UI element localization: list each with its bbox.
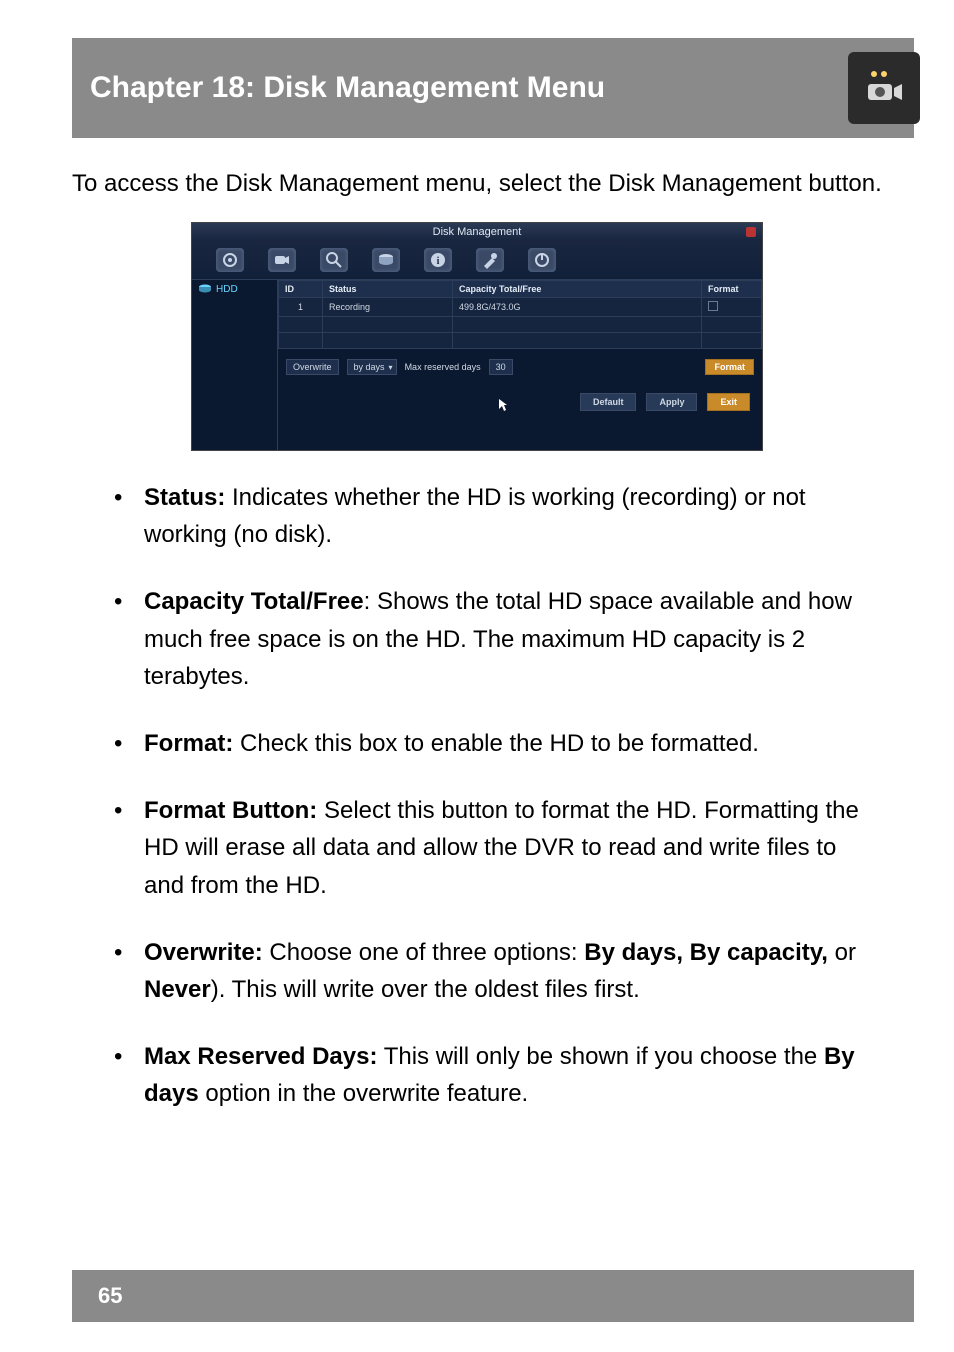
bullet-overwrite: Overwrite: Choose one of three options: … bbox=[114, 934, 866, 1008]
cell-id: 1 bbox=[279, 298, 323, 317]
bullet-format-button: Format Button: Select this button to for… bbox=[114, 792, 866, 904]
bullet-bold: Format Button: bbox=[144, 797, 317, 824]
magnifier-icon[interactable] bbox=[320, 248, 348, 272]
overwrite-label: Overwrite bbox=[286, 359, 339, 375]
exit-button[interactable]: Exit bbox=[707, 393, 750, 411]
settings-general-icon[interactable] bbox=[216, 248, 244, 272]
bullet-bold: Status: bbox=[144, 484, 225, 511]
bullet-text: or bbox=[828, 939, 856, 966]
header-icon-box bbox=[848, 52, 920, 124]
camera-icon[interactable] bbox=[268, 248, 296, 272]
format-button[interactable]: Format bbox=[705, 359, 754, 375]
sidebar: HDD bbox=[192, 280, 278, 450]
apply-button[interactable]: Apply bbox=[646, 393, 697, 411]
figure-body: HDD ID Status Capacity Total/Free Format… bbox=[192, 280, 762, 450]
svg-text:i: i bbox=[437, 256, 440, 267]
chapter-title: Chapter 18: Disk Management Menu bbox=[90, 71, 605, 105]
bullet-bold: Capacity Total/Free bbox=[144, 588, 364, 615]
window-title: Disk Management bbox=[433, 226, 522, 238]
power-icon[interactable] bbox=[528, 248, 556, 272]
body-area: To access the Disk Management menu, sele… bbox=[72, 160, 882, 1142]
chapter-header: Chapter 18: Disk Management Menu bbox=[72, 38, 914, 138]
table-row: 1 Recording 499.8G/473.0G bbox=[279, 298, 762, 317]
bullet-text: option in the overwrite feature. bbox=[199, 1080, 529, 1107]
hdd-icon[interactable] bbox=[372, 248, 400, 272]
bullet-text: Check this box to enable the HD to be fo… bbox=[233, 730, 759, 757]
bullet-bold: Overwrite: bbox=[144, 939, 263, 966]
overwrite-mode-value: by days bbox=[354, 362, 385, 372]
disk-management-screenshot: Disk Management i HDD bbox=[191, 222, 763, 451]
page-footer: 65 bbox=[72, 1270, 914, 1322]
bullet-text: ). This will write over the oldest files… bbox=[211, 976, 640, 1003]
bullet-status: Status: Indicates whether the HD is work… bbox=[114, 479, 866, 553]
close-icon[interactable] bbox=[746, 227, 756, 237]
sidebar-label: HDD bbox=[216, 284, 238, 295]
intro-paragraph: To access the Disk Management menu, sele… bbox=[72, 160, 882, 208]
bullet-max-reserved: Max Reserved Days: This will only be sho… bbox=[114, 1038, 866, 1112]
document-page: Chapter 18: Disk Management Menu To acce… bbox=[0, 0, 954, 1352]
bullet-bold3: Never bbox=[144, 976, 211, 1003]
overwrite-mode-select[interactable]: by days bbox=[347, 359, 397, 375]
bullet-text: Indicates whether the HD is working (rec… bbox=[144, 484, 806, 548]
cell-status: Recording bbox=[323, 298, 453, 317]
col-capacity: Capacity Total/Free bbox=[453, 281, 702, 298]
cell-format bbox=[702, 298, 762, 317]
default-button[interactable]: Default bbox=[580, 393, 637, 411]
figure-footer: Default Apply Exit bbox=[278, 385, 762, 421]
format-checkbox[interactable] bbox=[708, 301, 718, 311]
toolbar: i bbox=[192, 240, 762, 280]
max-reserved-label: Max reserved days bbox=[405, 362, 481, 372]
overwrite-row: Overwrite by days Max reserved days 30 F… bbox=[278, 349, 762, 385]
cell-capacity: 499.8G/473.0G bbox=[453, 298, 702, 317]
window-title-bar: Disk Management bbox=[192, 223, 762, 240]
bullet-capacity: Capacity Total/Free: Shows the total HD … bbox=[114, 583, 866, 695]
table-header-row: ID Status Capacity Total/Free Format bbox=[279, 281, 762, 298]
page-number: 65 bbox=[98, 1283, 122, 1309]
bullet-bold: Format: bbox=[144, 730, 233, 757]
bullet-text: This will only be shown if you choose th… bbox=[377, 1043, 823, 1070]
cursor-icon bbox=[498, 398, 508, 412]
hdd-table: ID Status Capacity Total/Free Format 1 R… bbox=[278, 280, 762, 349]
info-icon[interactable]: i bbox=[424, 248, 452, 272]
bullet-bold2: By days, By capacity, bbox=[584, 939, 828, 966]
max-reserved-value[interactable]: 30 bbox=[489, 359, 513, 375]
bullet-list: Status: Indicates whether the HD is work… bbox=[72, 479, 882, 1112]
hdd-side-icon bbox=[198, 284, 212, 297]
bullet-format: Format: Check this box to enable the HD … bbox=[114, 725, 866, 762]
table-row-empty bbox=[279, 317, 762, 333]
bullet-text: Choose one of three options: bbox=[263, 939, 585, 966]
table-row-empty bbox=[279, 333, 762, 349]
bullet-bold: Max Reserved Days: bbox=[144, 1043, 377, 1070]
col-id: ID bbox=[279, 281, 323, 298]
dvr-camera-icon bbox=[862, 64, 906, 113]
tools-icon[interactable] bbox=[476, 248, 504, 272]
col-format: Format bbox=[702, 281, 762, 298]
col-status: Status bbox=[323, 281, 453, 298]
figure-main: ID Status Capacity Total/Free Format 1 R… bbox=[278, 280, 762, 450]
